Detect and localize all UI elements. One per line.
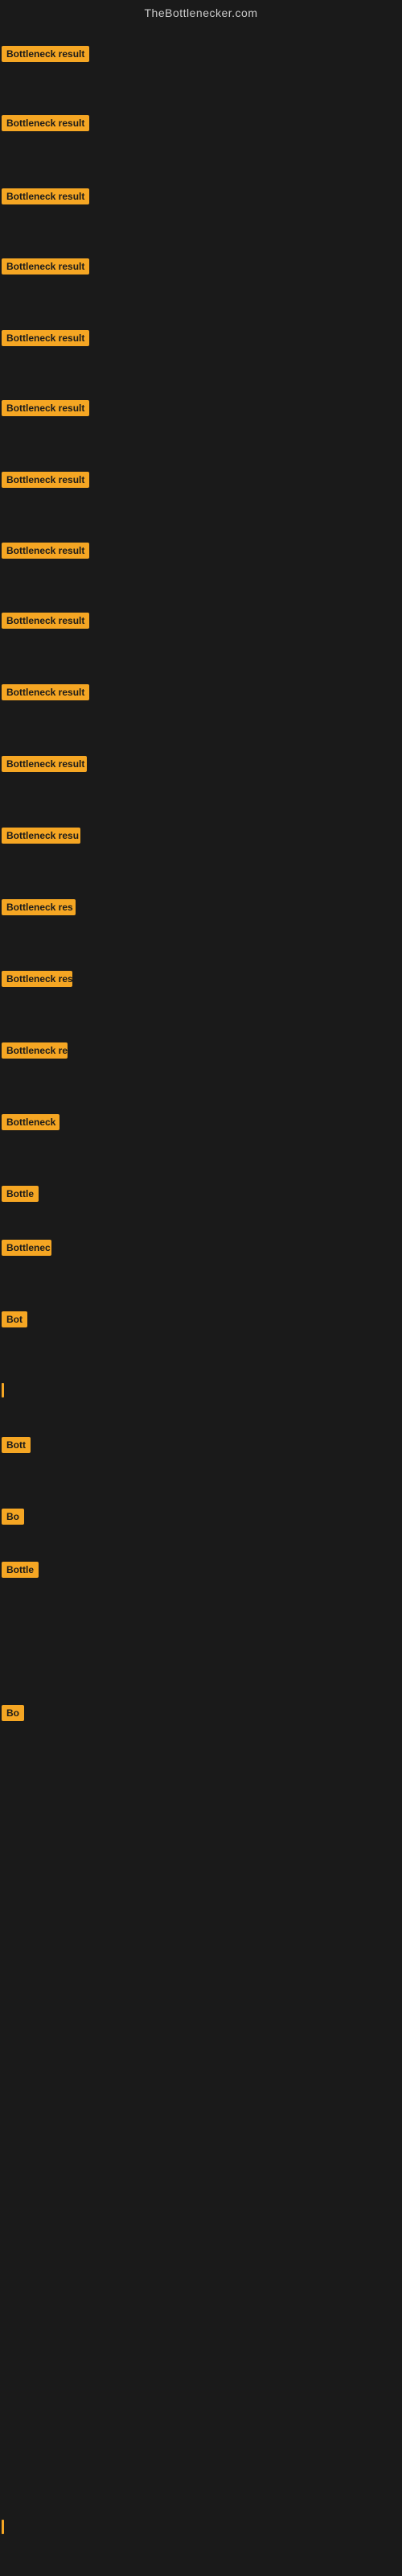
- bottleneck-badge-19: Bot: [2, 1311, 27, 1327]
- result-item-1[interactable]: Bottleneck result: [2, 46, 89, 66]
- bottleneck-badge-9: Bottleneck result: [2, 613, 89, 629]
- bottleneck-badge-25: Bo: [2, 1705, 24, 1721]
- result-item-21[interactable]: Bott: [2, 1437, 31, 1457]
- result-item-2[interactable]: Bottleneck result: [2, 115, 89, 135]
- bottleneck-badge-3: Bottleneck result: [2, 188, 89, 204]
- bottleneck-badge-12: Bottleneck resu: [2, 828, 80, 844]
- bottleneck-badge-5: Bottleneck result: [2, 330, 89, 346]
- bottleneck-badge-2: Bottleneck result: [2, 115, 89, 131]
- vertical-line-35: [2, 2520, 4, 2534]
- bottleneck-badge-18: Bottlenec: [2, 1240, 51, 1256]
- bottleneck-badge-11: Bottleneck result: [2, 756, 87, 772]
- result-item-16[interactable]: Bottleneck: [2, 1114, 59, 1134]
- bottleneck-badge-8: Bottleneck result: [2, 543, 89, 559]
- result-item-8[interactable]: Bottleneck result: [2, 543, 89, 563]
- bottleneck-badge-6: Bottleneck result: [2, 400, 89, 416]
- bottleneck-badge-23: Bottle: [2, 1562, 39, 1578]
- bottleneck-badge-7: Bottleneck result: [2, 472, 89, 488]
- bottleneck-badge-15: Bottleneck re: [2, 1042, 68, 1059]
- result-item-4[interactable]: Bottleneck result: [2, 258, 89, 279]
- result-item-23[interactable]: Bottle: [2, 1562, 39, 1582]
- result-item-11[interactable]: Bottleneck result: [2, 756, 87, 776]
- site-title: TheBottlenecker.com: [0, 0, 402, 23]
- bottleneck-badge-21: Bott: [2, 1437, 31, 1453]
- bottleneck-badge-13: Bottleneck res: [2, 899, 76, 915]
- result-item-22[interactable]: Bo: [2, 1509, 24, 1529]
- result-item-9[interactable]: Bottleneck result: [2, 613, 89, 633]
- result-item-25[interactable]: Bo: [2, 1705, 24, 1725]
- bottleneck-badge-17: Bottle: [2, 1186, 39, 1202]
- result-item-6[interactable]: Bottleneck result: [2, 400, 89, 420]
- result-item-19[interactable]: Bot: [2, 1311, 27, 1331]
- bottleneck-badge-10: Bottleneck result: [2, 684, 89, 700]
- bottleneck-badge-4: Bottleneck result: [2, 258, 89, 275]
- result-item-14[interactable]: Bottleneck res: [2, 971, 72, 991]
- result-item-7[interactable]: Bottleneck result: [2, 472, 89, 492]
- result-item-10[interactable]: Bottleneck result: [2, 684, 89, 704]
- bottleneck-badge-16: Bottleneck: [2, 1114, 59, 1130]
- result-item-3[interactable]: Bottleneck result: [2, 188, 89, 208]
- result-item-12[interactable]: Bottleneck resu: [2, 828, 80, 848]
- result-item-5[interactable]: Bottleneck result: [2, 330, 89, 350]
- bottleneck-badge-1: Bottleneck result: [2, 46, 89, 62]
- result-item-13[interactable]: Bottleneck res: [2, 899, 76, 919]
- vertical-line-20: [2, 1383, 4, 1397]
- bottleneck-badge-22: Bo: [2, 1509, 24, 1525]
- result-item-18[interactable]: Bottlenec: [2, 1240, 51, 1260]
- bottleneck-badge-14: Bottleneck res: [2, 971, 72, 987]
- result-item-15[interactable]: Bottleneck re: [2, 1042, 68, 1063]
- result-item-17[interactable]: Bottle: [2, 1186, 39, 1206]
